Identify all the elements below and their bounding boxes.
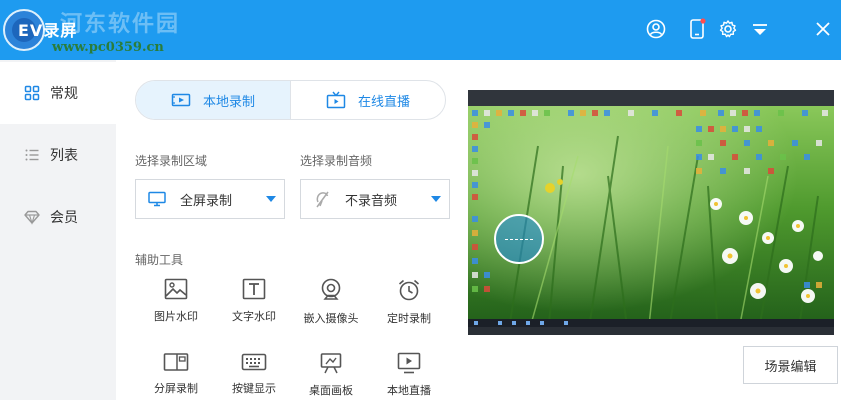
sidebar-item-member[interactable]: 会员	[0, 186, 116, 248]
tools-label: 辅助工具	[135, 253, 184, 267]
diamond-icon	[24, 210, 40, 225]
user-icon[interactable]	[645, 18, 667, 40]
tool-timed-record[interactable]: 定时录制	[369, 278, 449, 338]
list-icon	[25, 149, 39, 161]
chevron-down-icon	[431, 196, 441, 202]
sidebar-item-label: 常规	[50, 86, 78, 102]
tab-label: 本地录制	[202, 94, 255, 110]
tab-local-record[interactable]: 本地录制	[136, 81, 290, 119]
audio-value: 不录音频	[345, 193, 398, 209]
monitor-icon	[148, 191, 166, 207]
sidebar-item-general[interactable]: 常规	[0, 62, 116, 124]
region-value: 全屏录制	[180, 193, 233, 209]
capture-cursor-handle[interactable]	[494, 214, 544, 264]
sidebar-item-list[interactable]: 列表	[0, 124, 116, 186]
tool-split-screen[interactable]: 分屏录制	[136, 352, 216, 400]
tool-text-watermark[interactable]: 文字水印	[214, 278, 294, 338]
gear-icon[interactable]	[717, 18, 739, 40]
desktop-preview	[468, 90, 834, 335]
tool-image-watermark[interactable]: 图片水印	[136, 278, 216, 338]
tool-label: 嵌入摄像头	[303, 312, 359, 325]
mode-tabs: 本地录制 在线直播	[135, 80, 446, 120]
menu-icon[interactable]	[749, 18, 771, 40]
tool-label: 分屏录制	[154, 382, 198, 395]
keyboard-icon	[241, 353, 267, 371]
crosshair-icon	[505, 238, 533, 240]
play-screen-icon	[397, 352, 421, 374]
audio-select[interactable]: 不录音频	[300, 179, 450, 219]
sidebar-item-label: 列表	[50, 148, 78, 164]
close-icon[interactable]	[812, 18, 834, 40]
tool-key-display[interactable]: 按键显示	[214, 352, 294, 400]
mic-off-icon	[316, 191, 329, 208]
alarm-icon	[398, 279, 420, 301]
chevron-down-icon	[266, 196, 276, 202]
tool-label: 定时录制	[387, 312, 431, 325]
tab-online-live[interactable]: 在线直播	[290, 81, 445, 119]
record-icon	[171, 93, 191, 107]
tool-embed-webcam[interactable]: 嵌入摄像头	[291, 278, 371, 338]
tool-label: 文字水印	[232, 310, 276, 323]
text-icon	[242, 278, 266, 300]
watermark-text: 河东软件园	[60, 11, 181, 37]
tool-label: 桌面画板	[309, 384, 353, 397]
mobile-icon[interactable]	[686, 18, 708, 40]
region-select[interactable]: 全屏录制	[135, 179, 285, 219]
scene-edit-button[interactable]: 场景编辑	[743, 346, 838, 384]
tv-icon	[326, 91, 346, 109]
tab-label: 在线直播	[357, 94, 410, 110]
tool-local-live[interactable]: 本地直播	[369, 352, 449, 400]
tool-desktop-board[interactable]: 桌面画板	[291, 352, 371, 400]
split-screen-icon	[163, 353, 189, 371]
tool-label: 本地直播	[387, 384, 431, 397]
audio-label: 选择录制音频	[300, 154, 373, 168]
sidebar: 常规 列表 会员	[0, 60, 116, 400]
watermark-url: www.pc0359.cn	[52, 40, 164, 55]
app-title: EV录屏	[18, 21, 78, 40]
region-label: 选择录制区域	[135, 154, 208, 168]
title-bar: 河东软件园 EV录屏 www.pc0359.cn	[0, 0, 841, 60]
webcam-icon	[321, 278, 341, 300]
easel-icon	[320, 353, 342, 374]
tool-label: 图片水印	[154, 310, 198, 323]
grid-icon	[24, 85, 40, 101]
tool-label: 按键显示	[232, 382, 276, 395]
sidebar-item-label: 会员	[50, 210, 78, 226]
image-icon	[164, 278, 188, 300]
preview-top-bar	[468, 90, 834, 106]
